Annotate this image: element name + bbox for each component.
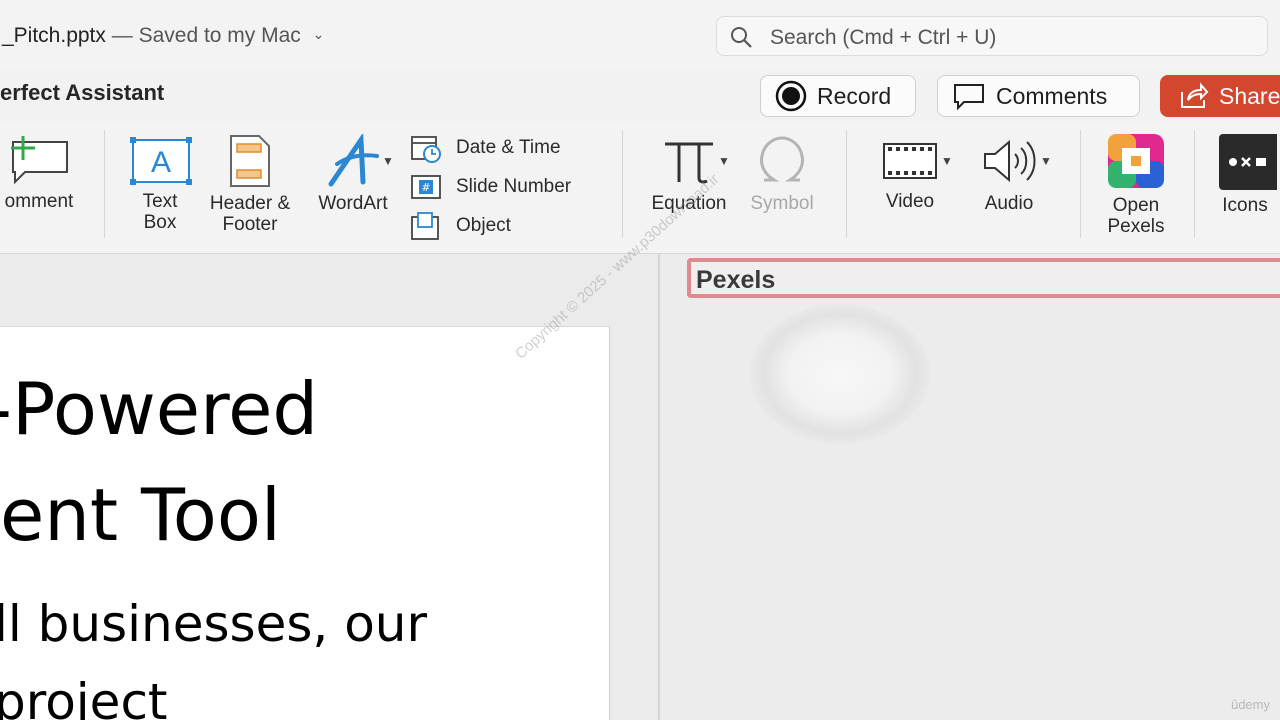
record-icon [775,80,807,112]
icons-button[interactable]: Icons [1210,134,1280,216]
title-bar: _Pitch.pptx — Saved to my Mac ⌄ Search (… [0,0,1280,68]
search-icon [731,27,752,48]
svg-text:#: # [421,181,430,194]
ribbon-separator [846,130,847,238]
pexels-logo-icon [1108,134,1164,188]
slide-number-label: Slide Number [456,176,572,197]
film-strip-icon [883,143,937,179]
record-button[interactable]: Record [760,75,916,117]
audio-button[interactable]: Audio [966,134,1052,214]
new-comment-button[interactable]: omment [0,134,82,212]
header-footer-label-1: Header & [209,193,291,214]
text-box-label-1: Text [142,191,178,212]
object-button[interactable]: Object [410,210,511,242]
video-dropdown-icon[interactable]: ▼ [941,154,953,168]
symbol-button[interactable]: Symbol [740,134,824,214]
open-pexels-button[interactable]: Open Pexels [1096,132,1176,237]
open-pexels-label-2: Pexels [1107,216,1165,237]
pexels-pane: Pexels [660,254,1280,720]
date-time-label: Date & Time [456,137,561,158]
audio-dropdown-icon[interactable]: ▼ [1040,154,1052,168]
svg-text:A: A [151,146,171,179]
pexels-pane-header: Pexels [687,258,1280,298]
ribbon-separator [1194,130,1195,238]
ribbon-tab-row: erfect Assistant Record Comments Share [0,68,1280,124]
wordart-icon [328,132,379,187]
slide-number-icon: # [411,175,441,199]
save-status: — Saved to my Mac [111,24,301,47]
wordart-label: WordArt [318,193,388,214]
open-pexels-label-1: Open [1112,195,1160,216]
new-comment-label: omment [4,191,74,212]
share-icon [1181,82,1209,108]
date-time-button[interactable]: Date & Time [410,132,561,164]
video-label: Video [885,191,935,212]
slide-number-button[interactable]: # Slide Number [410,171,571,203]
symbol-label: Symbol [750,193,814,214]
text-box-button[interactable]: A Text Box [124,136,196,233]
wordart-button[interactable]: WordArt [308,132,398,214]
audio-label: Audio [984,193,1034,214]
comment-bubble-icon [954,84,984,110]
slide-title-line-1[interactable]: -Powered [0,367,318,451]
share-label: Share [1219,82,1280,109]
slide-body-line-1[interactable]: ll businesses, our [0,595,427,653]
calendar-clock-icon [411,136,441,163]
share-button[interactable]: Share [1160,75,1280,117]
slide-body-line-2[interactable]: project [0,673,168,720]
record-label: Record [817,82,892,109]
object-label: Object [456,215,511,236]
comments-button[interactable]: Comments [937,75,1140,117]
video-button[interactable]: Video [868,136,952,212]
icons-gallery-icon [1219,134,1280,190]
wordart-dropdown-icon[interactable]: ▼ [382,154,394,168]
text-box-icon: A [130,137,192,185]
speaker-icon [984,139,1036,183]
chevron-down-icon[interactable]: ⌄ [313,26,325,43]
udemy-watermark: ûdemy [1230,697,1270,712]
equation-dropdown-icon[interactable]: ▼ [718,154,730,168]
omega-symbol-icon [760,136,804,182]
ribbon-separator [622,130,623,238]
search-box[interactable]: Search (Cmd + Ctrl + U) [716,16,1268,56]
slide-title-line-2[interactable]: ent Tool [0,473,281,557]
object-icon [411,212,439,240]
comments-label: Comments [996,82,1108,109]
icons-label: Icons [1222,195,1268,216]
header-footer-label-2: Footer [222,214,278,235]
loading-spinner [750,304,930,444]
perfect-assistant-tab[interactable]: erfect Assistant [0,80,164,106]
pexels-pane-title: Pexels [696,266,776,294]
document-title[interactable]: _Pitch.pptx — Saved to my Mac ⌄ [2,24,324,48]
document-filename: _Pitch.pptx [2,24,106,47]
slide-canvas[interactable]: -Powered ent Tool ll businesses, our pro… [0,326,610,720]
new-comment-icon [11,136,68,185]
ribbon-separator [104,130,105,238]
ribbon-separator [1080,130,1081,238]
search-input[interactable]: Search (Cmd + Ctrl + U) [770,26,996,50]
header-footer-icon [230,135,270,187]
header-footer-button[interactable]: Header & Footer [202,134,298,235]
text-box-label-2: Box [143,212,177,233]
